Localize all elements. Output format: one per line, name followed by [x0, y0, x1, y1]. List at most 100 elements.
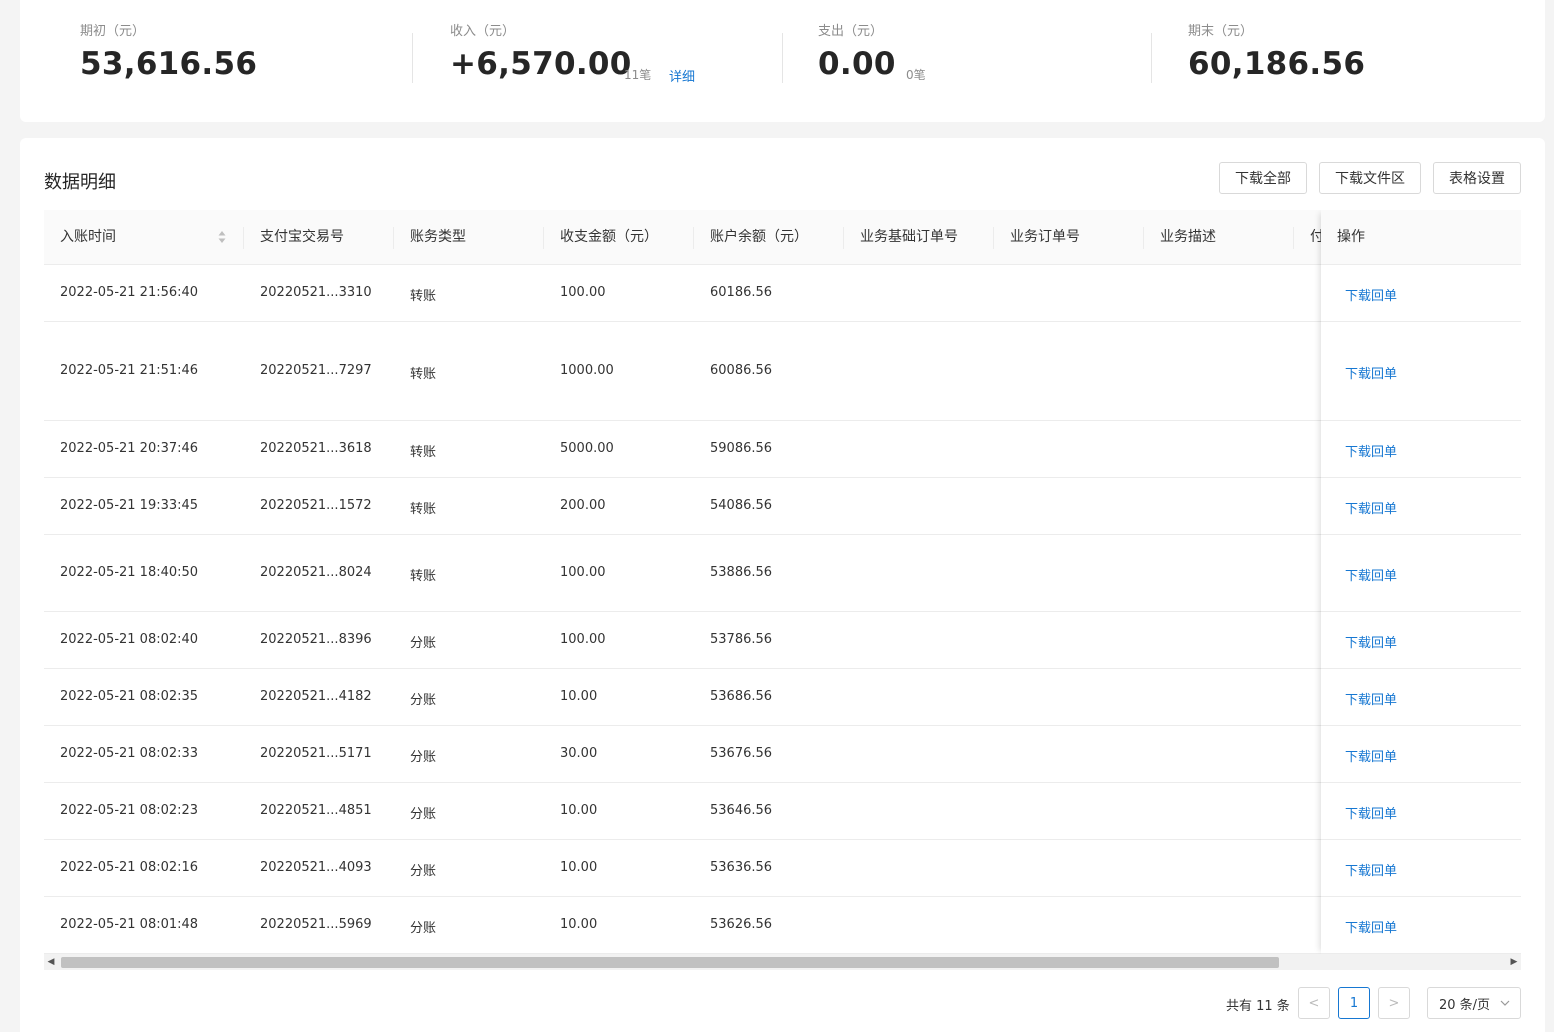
table-row: 2022-05-21 08:02:35 20220521...4182 分账 10.0… [44, 669, 1521, 726]
cell-time: 2022-05-21 19:33:45 [60, 498, 199, 513]
pagination-total: 共有 11 条 [1226, 999, 1290, 1014]
action-row: 下载回单 [1321, 726, 1521, 783]
cell-balance: 53676.56 [710, 746, 773, 761]
download-receipt-link[interactable]: 下载回单 [1345, 803, 1397, 822]
cell-balance: 60186.56 [710, 285, 773, 300]
download-receipt-link[interactable]: 下载回单 [1345, 917, 1397, 936]
cell-trade-no: 20220521...1572 [260, 498, 372, 513]
download-receipt-link[interactable]: 下载回单 [1345, 689, 1397, 708]
cell-time: 2022-05-21 21:51:46 [60, 363, 199, 378]
stat-income-value: +6,570.00 [450, 46, 632, 82]
cell-type: 分账 [410, 636, 437, 651]
cell-balance: 60086.56 [710, 363, 773, 378]
cell-trade-no: 20220521...4851 [260, 803, 372, 818]
download-receipt-link[interactable]: 下载回单 [1345, 860, 1397, 879]
cell-amount: 5000.00 [560, 441, 614, 456]
download-receipt-link[interactable]: 下载回单 [1345, 746, 1397, 765]
action-column: 操作 下载回单 下载回单 下载回单 下载回单 下载回单 下载回单 下载回单 下载回单 下载回单下… [1321, 210, 1521, 954]
stat-divider [1151, 33, 1152, 83]
table-row: 2022-05-21 20:37:46 20220521...3618 转账 5000… [44, 421, 1521, 478]
column-header-type: 账务类型 [410, 229, 466, 245]
table-settings-button[interactable]: 表格设置 [1433, 162, 1521, 194]
action-row: 下载回单 [1321, 322, 1521, 421]
income-detail-link[interactable]: 详细 [669, 66, 695, 85]
download-all-button[interactable]: 下载全部 [1219, 162, 1307, 194]
download-receipt-link[interactable]: 下载回单 [1345, 285, 1397, 304]
horizontal-scrollbar[interactable]: ◀ ▶ [44, 954, 1521, 970]
pagination-prev-button[interactable]: < [1298, 987, 1330, 1019]
cell-balance: 59086.56 [710, 441, 773, 456]
action-row: 下载回单 [1321, 612, 1521, 669]
cell-trade-no: 20220521...8396 [260, 632, 372, 647]
cell-amount: 10.00 [560, 689, 598, 704]
cell-time: 2022-05-21 18:40:50 [60, 565, 199, 580]
column-separator [843, 227, 844, 249]
cell-type: 分账 [410, 864, 437, 879]
pagination-next-button[interactable]: > [1378, 987, 1410, 1019]
cell-type: 转账 [410, 289, 437, 304]
scroll-right-icon[interactable]: ▶ [1507, 954, 1521, 970]
download-receipt-link[interactable]: 下载回单 [1345, 565, 1397, 584]
scrollbar-thumb[interactable] [61, 957, 1279, 968]
data-table: 入账时间 支付宝交易号 账务类型 收支金额（元） 账户余额（元） 业务基础订单号… [44, 210, 1521, 954]
cell-time: 2022-05-21 08:02:16 [60, 860, 199, 875]
cell-balance: 53686.56 [710, 689, 773, 704]
page-size-value: 20 条/页 [1439, 997, 1491, 1013]
cell-amount: 10.00 [560, 917, 598, 932]
cell-trade-no: 20220521...4093 [260, 860, 372, 875]
cell-amount: 10.00 [560, 860, 598, 875]
download-receipt-link[interactable]: 下载回单 [1345, 441, 1397, 460]
sort-icon[interactable] [218, 230, 226, 244]
cell-amount: 200.00 [560, 498, 606, 513]
stat-divider [782, 33, 783, 83]
table-row: 2022-05-21 18:40:50 20220521...8024 转账 100.… [44, 535, 1521, 612]
cell-amount: 100.00 [560, 565, 606, 580]
table-row: 2022-05-21 08:01:48 20220521...5969 分账 10.0… [44, 897, 1521, 954]
cell-type: 转账 [410, 569, 437, 584]
column-separator [993, 227, 994, 249]
table-row: 2022-05-21 08:02:40 20220521...8396 分账 100.… [44, 612, 1521, 669]
action-row: 下载回单 [1321, 265, 1521, 322]
cell-time: 2022-05-21 21:56:40 [60, 285, 199, 300]
cell-trade-no: 20220521...4182 [260, 689, 372, 704]
pagination-page-1[interactable]: 1 [1338, 987, 1370, 1019]
column-separator [393, 227, 394, 249]
download-files-button[interactable]: 下载文件区 [1319, 162, 1421, 194]
cell-time: 2022-05-21 20:37:46 [60, 441, 199, 456]
cell-balance: 53886.56 [710, 565, 773, 580]
stat-divider [412, 33, 413, 83]
cell-amount: 100.00 [560, 285, 606, 300]
cell-balance: 53786.56 [710, 632, 773, 647]
stat-opening-label: 期初（元） [80, 24, 146, 39]
cell-type: 转账 [410, 367, 437, 382]
detail-panel: 数据明细 下载全部 下载文件区 表格设置 入账时间 支付宝交易号 账务类型 收支… [20, 138, 1545, 1032]
action-row: 下载回单 [1321, 535, 1521, 612]
stat-expense-label: 支出（元） [818, 24, 884, 39]
action-row: 下载回单 [1321, 478, 1521, 535]
stat-closing-label: 期末（元） [1188, 24, 1254, 39]
download-receipt-link[interactable]: 下载回单 [1345, 632, 1397, 651]
cell-balance: 54086.56 [710, 498, 773, 513]
cell-time: 2022-05-21 08:02:23 [60, 803, 199, 818]
column-header-time[interactable]: 入账时间 [60, 210, 240, 265]
action-row: 下载回单 [1321, 783, 1521, 840]
action-row: 下载回单 [1321, 840, 1521, 897]
cell-time: 2022-05-21 08:02:35 [60, 689, 199, 704]
chevron-right-icon: > [1388, 995, 1400, 1011]
page-size-select[interactable]: 20 条/页 [1427, 987, 1521, 1019]
cell-time: 2022-05-21 08:02:40 [60, 632, 199, 647]
column-header-balance: 账户余额（元） [710, 229, 808, 245]
column-header-label: 入账时间 [60, 229, 116, 245]
column-header-description: 业务描述 [1160, 229, 1216, 245]
cell-trade-no: 20220521...3310 [260, 285, 372, 300]
cell-time: 2022-05-21 08:02:33 [60, 746, 199, 761]
cell-amount: 1000.00 [560, 363, 614, 378]
cell-type: 分账 [410, 750, 437, 765]
column-header-amount: 收支金额（元） [560, 229, 658, 245]
action-header-label: 操作 [1337, 229, 1365, 245]
download-receipt-link[interactable]: 下载回单 [1345, 363, 1397, 382]
scroll-left-icon[interactable]: ◀ [44, 954, 58, 970]
download-receipt-link[interactable]: 下载回单 [1345, 498, 1397, 517]
cell-trade-no: 20220521...3618 [260, 441, 372, 456]
stat-income-label: 收入（元） [450, 24, 516, 39]
